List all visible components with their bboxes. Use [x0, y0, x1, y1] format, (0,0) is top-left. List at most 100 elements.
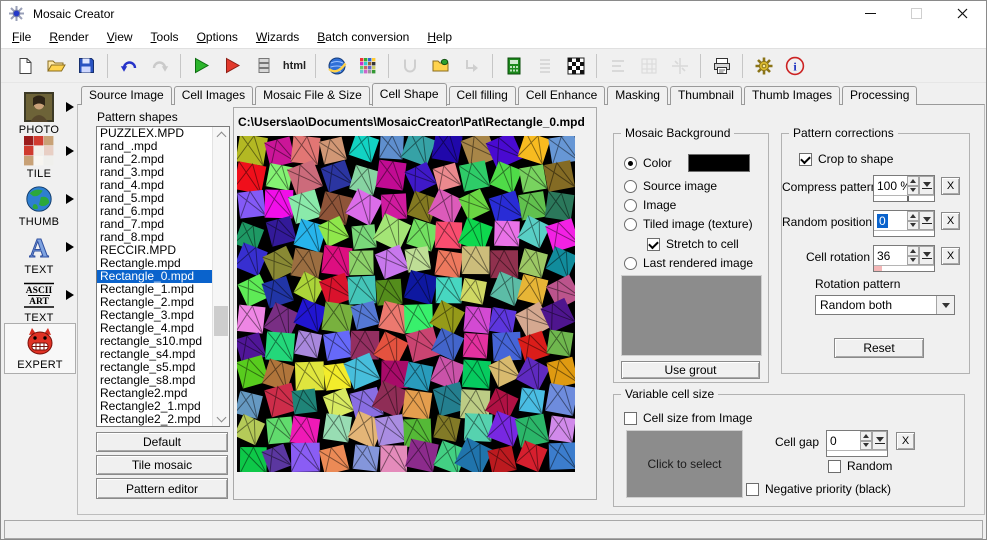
spin-up-button[interactable]	[907, 211, 919, 221]
mosaic-grid-button[interactable]	[352, 52, 383, 80]
render-green-button[interactable]	[186, 52, 217, 80]
negative-priority-checkbox[interactable]	[746, 482, 759, 496]
print-button[interactable]	[706, 52, 737, 80]
menu-batch-conversion[interactable]: Batch conversion	[308, 27, 418, 47]
tab-mosaic-file-size[interactable]: Mosaic File & Size	[255, 86, 370, 105]
sidebar-item-tile[interactable]: TILE	[4, 135, 74, 180]
spin-down-button[interactable]	[907, 220, 919, 230]
color-radio[interactable]	[624, 156, 637, 170]
menu-file[interactable]: File	[3, 27, 40, 47]
image-radio[interactable]	[624, 198, 637, 212]
default-button[interactable]: Default	[96, 432, 228, 452]
info-button[interactable]: i	[779, 52, 810, 80]
tab-cell-filling[interactable]: Cell filling	[448, 86, 516, 105]
rotation-pattern-value: Random both	[820, 298, 893, 312]
shape-u-button	[394, 52, 425, 80]
cell-size-from-image-checkbox[interactable]	[624, 411, 637, 425]
minimize-button[interactable]	[847, 1, 893, 26]
click-to-select-box[interactable]: Click to select	[626, 430, 743, 498]
tab-processing[interactable]: Processing	[842, 86, 918, 105]
tab-masking[interactable]: Masking	[607, 86, 668, 105]
svg-text:i: i	[793, 59, 797, 73]
tile-mosaic-button[interactable]: Tile mosaic	[96, 455, 228, 475]
last-rendered-image-radio[interactable]	[624, 256, 637, 270]
cell-stack-button[interactable]	[248, 52, 279, 80]
checker-grid-button[interactable]	[560, 52, 591, 80]
minimize-icon	[864, 13, 876, 14]
spin-slider[interactable]	[874, 230, 934, 236]
undo-button[interactable]	[113, 52, 144, 80]
menu-wizards[interactable]: Wizards	[247, 27, 308, 47]
spin-down-button[interactable]	[907, 255, 919, 265]
stretch-to-cell-checkbox[interactable]	[647, 237, 660, 251]
cell-gap-value[interactable]: 0	[827, 431, 860, 450]
compress-pattern-value[interactable]: 100 %	[874, 176, 907, 195]
list-item[interactable]: Rectangle2_2.mpd	[97, 413, 213, 426]
pattern-shapes-items: PUZZLEX.MPD rand_.mpd rand_2.mpd rand_3.mpd…	[97, 127, 213, 426]
scrollbar-down-button[interactable]	[213, 411, 229, 426]
tab-cell-shape[interactable]: Cell Shape	[371, 83, 447, 106]
spin-down-button[interactable]	[907, 185, 919, 195]
cell-rotation-clear-button[interactable]: X	[941, 247, 960, 265]
render-red-button[interactable]	[217, 52, 248, 80]
spin-dropdown-button[interactable]	[872, 431, 887, 450]
crop-to-shape-checkbox[interactable]	[799, 152, 812, 166]
sidebar-item-ascii[interactable]: ASCII ART TEXT	[4, 279, 74, 324]
tab-cell-images[interactable]: Cell Images	[173, 86, 254, 105]
tab-source-image[interactable]: Source Image	[81, 86, 172, 105]
sidebar-item-expert[interactable]: EXPERT	[4, 323, 76, 374]
compress-pattern-clear-button[interactable]: X	[941, 177, 960, 195]
spin-up-button[interactable]	[907, 176, 919, 186]
web-globe-button[interactable]	[321, 52, 352, 80]
settings-gear-button[interactable]	[748, 52, 779, 80]
green-panel-button[interactable]	[498, 52, 529, 80]
menu-options[interactable]: Options	[188, 27, 247, 47]
tab-thumbnail[interactable]: Thumbnail	[669, 86, 742, 105]
rotation-pattern-dropdown[interactable]: Random both	[815, 295, 955, 315]
new-file-button[interactable]	[9, 52, 40, 80]
random-position-clear-button[interactable]: X	[941, 212, 960, 230]
save-file-button[interactable]	[71, 52, 102, 80]
spin-slider[interactable]	[827, 450, 887, 456]
background-color-swatch[interactable]	[688, 154, 750, 172]
compress-pattern-spinbox: 100 %	[873, 175, 935, 202]
cell-gap-spinbox: 0	[826, 430, 888, 457]
spin-down-button[interactable]	[860, 440, 872, 450]
sidebar-item-photo[interactable]: PHOTO	[4, 91, 74, 136]
spin-slider[interactable]	[874, 195, 934, 201]
tab-cell-enhance[interactable]: Cell Enhance	[517, 86, 606, 105]
spin-dropdown-button[interactable]	[919, 176, 934, 195]
scrollbar-thumb[interactable]	[214, 306, 228, 336]
scrollbar-up-button[interactable]	[213, 127, 229, 142]
random-position-value[interactable]: 0	[874, 211, 907, 230]
sidebar-item-thumb[interactable]: THUMB	[4, 183, 74, 228]
pattern-editor-button[interactable]: Pattern editor	[96, 478, 228, 499]
tab-thumb-images[interactable]: Thumb Images	[743, 86, 841, 105]
open-file-button[interactable]	[40, 52, 71, 80]
triangle-down-icon	[910, 258, 916, 263]
dropdown-button[interactable]	[936, 296, 954, 314]
spin-dropdown-button[interactable]	[919, 246, 934, 265]
reset-button[interactable]: Reset	[834, 338, 924, 358]
source-image-radio[interactable]	[624, 179, 637, 193]
menu-help[interactable]: Help	[418, 27, 461, 47]
toolbar: html i	[1, 48, 986, 83]
cell-gap-clear-button[interactable]: X	[896, 432, 915, 450]
spin-slider[interactable]	[874, 265, 934, 271]
close-button[interactable]	[939, 1, 985, 26]
use-grout-button[interactable]: Use grout	[621, 361, 760, 379]
spin-up-button[interactable]	[907, 246, 919, 256]
menu-tools[interactable]: Tools	[142, 27, 188, 47]
pattern-folder-button[interactable]	[425, 52, 456, 80]
html-export-button[interactable]: html	[279, 52, 310, 80]
tiled-image-radio-label: Tiled image (texture)	[643, 217, 753, 231]
sidebar-item-text[interactable]: A TEXT	[4, 231, 74, 276]
menu-render[interactable]: Render	[40, 27, 97, 47]
toolbar-separator	[107, 53, 108, 78]
menu-view[interactable]: View	[98, 27, 142, 47]
cell-rotation-value[interactable]: 36	[874, 246, 907, 265]
spin-dropdown-button[interactable]	[919, 211, 934, 230]
spin-up-button[interactable]	[860, 431, 872, 441]
random-checkbox[interactable]	[828, 459, 841, 473]
tiled-image-radio[interactable]	[624, 217, 637, 231]
